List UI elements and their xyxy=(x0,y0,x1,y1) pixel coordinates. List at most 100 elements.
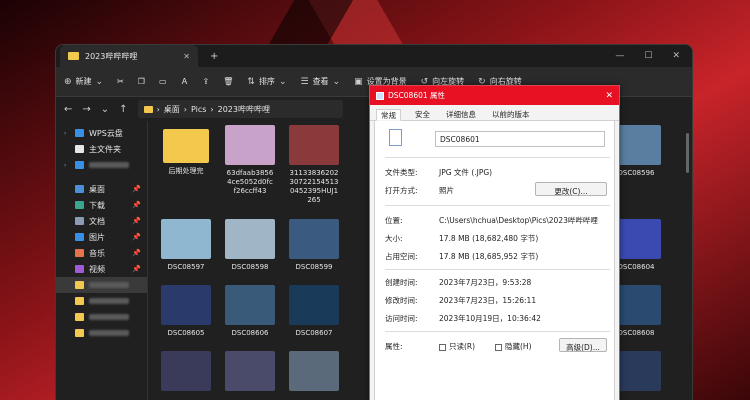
history-chevron-icon[interactable]: ⌄ xyxy=(101,104,109,115)
open-with-label: 打开方式: xyxy=(385,186,418,195)
sidebar-item-onedrive[interactable]: › xyxy=(56,157,147,173)
redacted-label xyxy=(89,162,129,168)
open-with-value: 照片 xyxy=(439,186,454,195)
image-thumbnail xyxy=(289,351,339,391)
image-thumbnail xyxy=(161,351,211,391)
attributes-label: 属性: xyxy=(385,342,403,351)
file-item[interactable]: 后期处理完 xyxy=(156,125,216,176)
sidebar-item-folder[interactable] xyxy=(56,293,147,309)
file-item[interactable]: DSC08606 xyxy=(220,285,280,338)
share-icon[interactable]: ⇪ xyxy=(203,77,210,86)
folder-icon xyxy=(75,313,84,321)
close-window-icon[interactable]: ✕ xyxy=(672,51,680,61)
maximize-icon[interactable]: ☐ xyxy=(644,51,652,61)
folder-icon xyxy=(75,297,84,305)
delete-icon[interactable]: 🗑 xyxy=(223,77,233,86)
location-value: C:\Users\hchua\Desktop\Pics\2023哔哔哔哩 xyxy=(439,216,598,225)
folder-icon xyxy=(143,105,153,113)
sidebar-item-folder[interactable] xyxy=(56,309,147,325)
tab-general[interactable]: 常规 xyxy=(376,109,401,121)
back-arrow-icon[interactable]: ← xyxy=(64,104,72,115)
file-name-input[interactable]: DSC08601 xyxy=(435,131,605,147)
image-thumbnail xyxy=(225,351,275,391)
pin-icon: 📌 xyxy=(132,217,141,225)
file-item[interactable]: 63dfaab38564ce5052d0fcf26ccff43 xyxy=(220,125,280,196)
sort-button[interactable]: ⇅ 排序 ⌄ xyxy=(247,76,286,87)
paste-icon[interactable]: ▭ xyxy=(159,77,167,86)
breadcrumb-separator-icon: › xyxy=(183,104,187,114)
file-item[interactable]: DSC08607 xyxy=(284,285,344,338)
minimize-icon[interactable]: — xyxy=(615,51,624,61)
folder-icon xyxy=(75,281,84,289)
tab-security[interactable]: 安全 xyxy=(413,109,432,120)
new-button[interactable]: ⊕ 新建 ⌄ xyxy=(64,76,103,87)
breadcrumb-current[interactable]: 2023哔哔哔哩 xyxy=(218,104,270,115)
sidebar-item-videos[interactable]: 视频 📌 xyxy=(56,261,147,277)
redacted-label xyxy=(89,330,129,336)
change-button[interactable]: 更改(C)... xyxy=(535,182,607,196)
file-item[interactable] xyxy=(156,351,216,395)
file-type-label: 文件类型: xyxy=(385,168,418,177)
vertical-scrollbar[interactable] xyxy=(686,127,690,397)
up-arrow-icon[interactable]: ↑ xyxy=(119,104,127,115)
breadcrumb[interactable]: › 桌面 › Pics › 2023哔哔哔哩 xyxy=(137,100,343,118)
sidebar-item-wps[interactable]: › WPS云盘 xyxy=(56,125,147,141)
title-bar: 2023哔哔哔哩 ✕ + — ☐ ✕ xyxy=(56,45,692,67)
add-tab-icon[interactable]: + xyxy=(210,51,218,62)
document-icon xyxy=(75,217,84,225)
advanced-button[interactable]: 高级(D)... xyxy=(559,338,607,352)
sidebar-item-pictures[interactable]: 图片 📌 xyxy=(56,229,147,245)
sidebar-item-folder[interactable] xyxy=(56,277,147,293)
file-item[interactable]: DSC08598 xyxy=(220,219,280,272)
cloud-icon xyxy=(75,161,84,169)
location-label: 位置: xyxy=(385,216,403,225)
file-item[interactable]: DSC08597 xyxy=(156,219,216,272)
expand-chevron-icon[interactable]: › xyxy=(64,130,70,137)
chevron-down-icon: ⌄ xyxy=(278,76,287,87)
hidden-checkbox[interactable]: 隐藏(H) xyxy=(495,341,532,352)
breadcrumb-desktop[interactable]: 桌面 xyxy=(164,104,180,115)
breadcrumb-separator-icon: › xyxy=(210,104,214,114)
sidebar-item-folder[interactable] xyxy=(56,325,147,341)
folder-icon xyxy=(68,52,79,60)
view-button[interactable]: ☰ 查看 ⌄ xyxy=(300,76,340,87)
navigation-pane: › WPS云盘 主文件夹 › 桌面 📌 下载 📌 文档 📌 图片 📌 音乐 📌 视频 📌 xyxy=(56,121,148,400)
tab-details[interactable]: 详细信息 xyxy=(444,109,478,120)
file-item[interactable]: DSC08605 xyxy=(156,285,216,338)
breadcrumb-pics[interactable]: Pics xyxy=(191,105,206,114)
rename-icon[interactable]: Ａ xyxy=(181,76,189,87)
expand-chevron-icon[interactable]: › xyxy=(64,162,70,169)
copy-icon[interactable]: ❐ xyxy=(138,77,145,86)
sidebar-item-desktop[interactable]: 桌面 📌 xyxy=(56,181,147,197)
file-item[interactable]: 31133836202307221545130452395HUJ1265 xyxy=(284,125,344,205)
image-thumbnail xyxy=(289,285,339,325)
sidebar-item-home[interactable]: 主文件夹 xyxy=(56,141,147,157)
readonly-checkbox[interactable]: 只读(R) xyxy=(439,341,475,352)
file-item[interactable] xyxy=(284,351,344,395)
dialog-title-bar: DSC08601 属性 ✕ xyxy=(370,86,619,105)
pin-icon: 📌 xyxy=(132,233,141,241)
sort-icon: ⇅ xyxy=(247,76,255,87)
image-thumbnail xyxy=(161,285,211,325)
sidebar-item-downloads[interactable]: 下载 📌 xyxy=(56,197,147,213)
image-file-icon xyxy=(389,129,402,146)
video-icon xyxy=(75,265,84,273)
tab-previous-versions[interactable]: 以前的版本 xyxy=(490,109,532,120)
close-dialog-icon[interactable]: ✕ xyxy=(605,91,613,101)
file-item[interactable] xyxy=(220,351,280,395)
download-icon xyxy=(75,201,84,209)
properties-dialog: DSC08601 属性 ✕ 常规 安全 详细信息 以前的版本 DSC08601 … xyxy=(369,85,620,400)
close-tab-icon[interactable]: ✕ xyxy=(183,52,190,61)
cut-icon[interactable]: ✂ xyxy=(117,77,124,86)
redacted-label xyxy=(89,298,129,304)
pin-icon: 📌 xyxy=(132,265,141,273)
scrollbar-thumb[interactable] xyxy=(686,133,689,173)
sidebar-item-music[interactable]: 音乐 📌 xyxy=(56,245,147,261)
forward-arrow-icon[interactable]: → xyxy=(82,104,90,115)
size-value: 17.8 MB (18,682,480 字节) xyxy=(439,234,539,243)
explorer-tab[interactable]: 2023哔哔哔哩 ✕ xyxy=(60,45,198,67)
size-label: 大小: xyxy=(385,234,403,243)
cloud-icon xyxy=(75,129,84,137)
file-item[interactable]: DSC08599 xyxy=(284,219,344,272)
sidebar-item-documents[interactable]: 文档 📌 xyxy=(56,213,147,229)
